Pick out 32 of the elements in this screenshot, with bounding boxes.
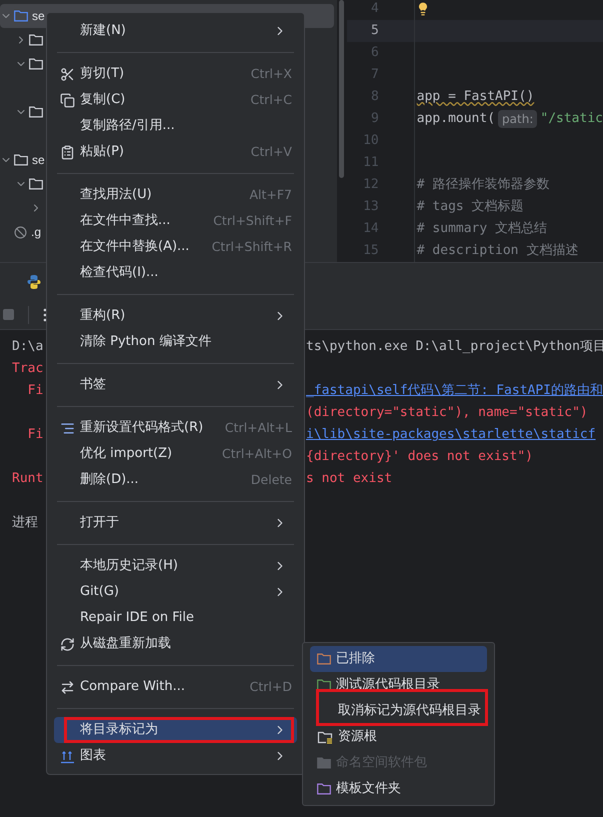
console-text: Fi bbox=[26, 383, 44, 398]
code-text: # summary 文档总结 bbox=[416, 220, 548, 238]
shortcut-text: Ctrl+V bbox=[250, 142, 292, 161]
console-text: Fi bbox=[26, 427, 44, 442]
shortcut-text: Ctrl+C bbox=[250, 90, 292, 109]
code-text: # description 文档描述 bbox=[416, 242, 578, 260]
shortcut-text: Ctrl+D bbox=[250, 678, 292, 696]
shortcut-text: Ctrl+X bbox=[250, 64, 292, 83]
console-text: Trac bbox=[12, 361, 44, 376]
console-text: D:\a bbox=[12, 339, 44, 354]
code-text: # tags 文档标题 bbox=[416, 198, 524, 216]
console-text: s not exist bbox=[306, 471, 392, 486]
console-text: {directory}' does not exist") bbox=[306, 449, 533, 464]
shortcut-text: Ctrl+Alt+L bbox=[224, 418, 292, 437]
console-text: 进程 bbox=[12, 515, 38, 530]
code-text: app.mount( bbox=[416, 110, 496, 128]
code-text: "/static bbox=[540, 110, 603, 128]
tree-label: .g bbox=[31, 224, 42, 241]
shortcut-text: Ctrl+Shift+R bbox=[212, 238, 292, 256]
code-text: # 路径操作装饰器参数 bbox=[416, 176, 550, 194]
shortcut-text: Delete bbox=[250, 470, 292, 489]
code-text: app = FastAPI() bbox=[416, 88, 534, 106]
console-text: Runt bbox=[12, 471, 44, 486]
parameter-hint: path: bbox=[498, 110, 538, 128]
shortcut-text: Ctrl+Alt+O bbox=[222, 444, 292, 463]
shortcut-text: Ctrl+Shift+F bbox=[213, 212, 292, 230]
console-text: (directory="static"), name="static") bbox=[306, 405, 588, 420]
shortcut-text: Alt+F7 bbox=[249, 186, 292, 204]
tree-label: se bbox=[32, 8, 45, 25]
line-number: 5 bbox=[370, 22, 379, 40]
tree-label: se bbox=[32, 152, 45, 169]
console-text: ts\python.exe D:\all_project\Python项目 bbox=[306, 339, 603, 354]
